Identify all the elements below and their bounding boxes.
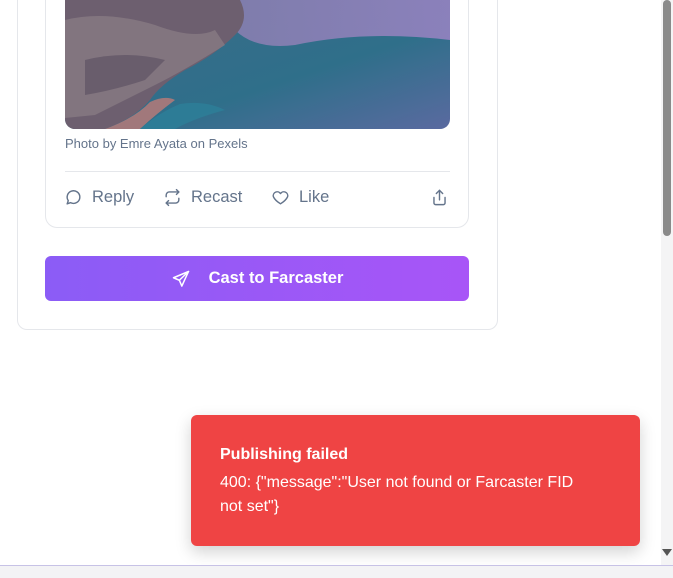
share-icon [433, 189, 446, 205]
like-button[interactable]: Like [271, 186, 329, 208]
post-divider [65, 171, 450, 172]
app-viewport: Photo by Emre Ayata on Pexels Reply Reca… [0, 0, 673, 578]
like-label: Like [299, 187, 330, 206]
toast-message: 400: {"message":"User not found or Farca… [220, 474, 574, 515]
horizontal-scrollbar[interactable] [0, 566, 673, 578]
recast-label: Recast [191, 187, 243, 206]
repeat-icon [165, 188, 180, 206]
toast-title: Publishing failed [220, 446, 349, 463]
heart-icon [272, 190, 289, 205]
comment-icon [66, 189, 81, 205]
send-icon [172, 270, 189, 287]
post-image [65, 0, 450, 129]
cast-button-label: Cast to Farcaster [208, 269, 344, 287]
scrollbar-thumb[interactable] [663, 0, 671, 236]
error-toast[interactable]: Publishing failed 400: {"message":"User … [191, 415, 640, 546]
cast-to-farcaster-button[interactable]: Cast to Farcaster [45, 256, 469, 301]
share-button[interactable] [430, 186, 449, 208]
photo-credit: Photo by Emre Ayata on Pexels [65, 136, 248, 151]
reply-button[interactable]: Reply [64, 186, 134, 208]
scroll-down-arrow-icon[interactable] [662, 549, 672, 556]
reply-label: Reply [92, 187, 135, 206]
vertical-scrollbar[interactable] [661, 0, 673, 566]
recast-button[interactable]: Recast [163, 186, 242, 208]
